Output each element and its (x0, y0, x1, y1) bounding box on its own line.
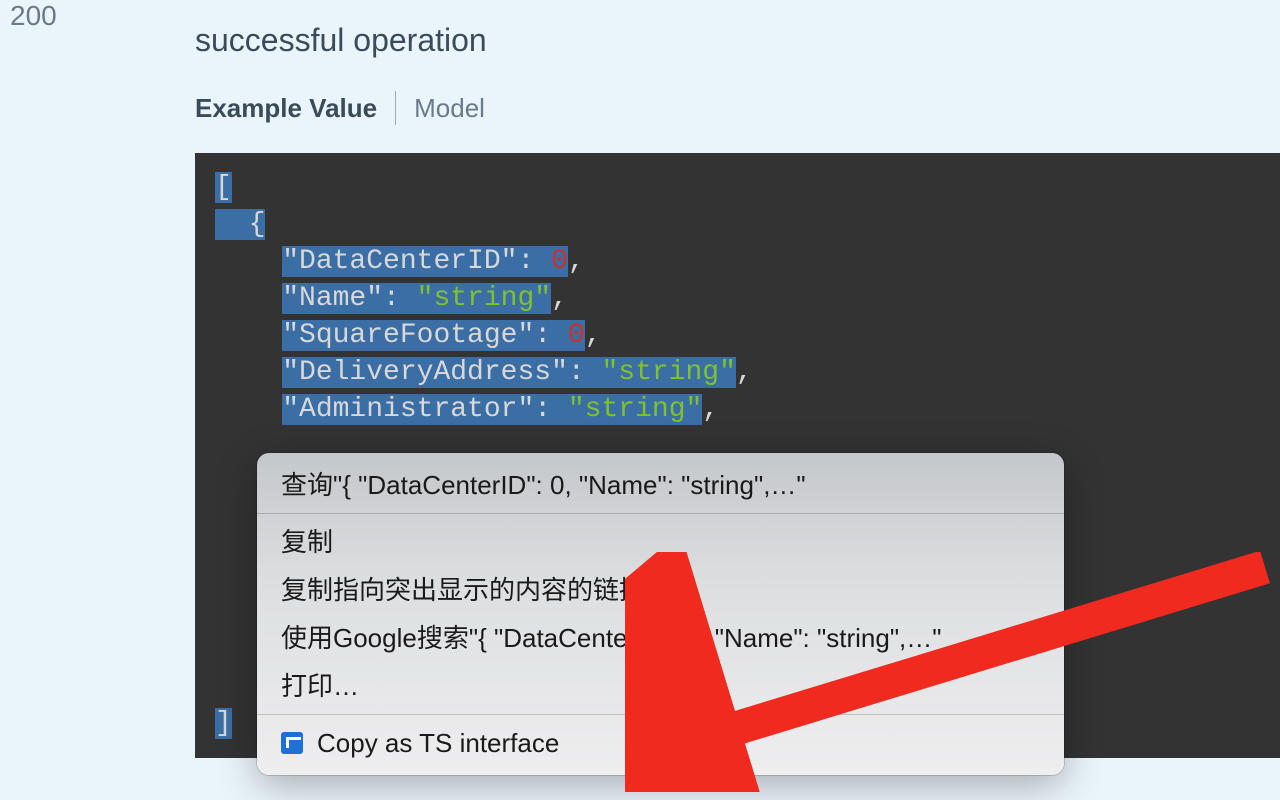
menu-item-google-search[interactable]: 使用Google搜索"{ "DataCenterID": 0, "Name": … (257, 614, 1064, 662)
menu-item-lookup[interactable]: 查询"{ "DataCenterID": 0, "Name": "string"… (257, 461, 1064, 509)
code-val-3: 0 (568, 320, 585, 351)
code-key-5: "Administrator" (282, 394, 534, 425)
response-tabs: Example Value Model (195, 91, 1280, 125)
ts-interface-icon (281, 732, 303, 754)
code-val-4: "string" (601, 357, 735, 388)
code-key-3: "SquareFootage" (282, 320, 534, 351)
menu-item-copy-link[interactable]: 复制指向突出显示的内容的链接 (257, 566, 1064, 614)
menu-item-print[interactable]: 打印… (257, 662, 1064, 710)
tab-example-value[interactable]: Example Value (195, 93, 395, 124)
code-key-1: "DataCenterID" (282, 246, 517, 277)
code-val-5: "string" (568, 394, 702, 425)
code-bracket-open: [ (215, 172, 232, 203)
code-key-4: "DeliveryAddress" (282, 357, 568, 388)
menu-divider-2 (257, 714, 1064, 715)
code-bracket-close: ] (215, 708, 232, 739)
menu-item-copy[interactable]: 复制 (257, 518, 1064, 566)
operation-description: successful operation (195, 22, 1280, 59)
status-code: 200 (10, 0, 57, 32)
context-menu: 查询"{ "DataCenterID": 0, "Name": "string"… (257, 453, 1064, 775)
menu-item-copy-ts-interface[interactable]: Copy as TS interface (257, 719, 1064, 767)
code-val-2: "string" (417, 283, 551, 314)
code-key-2: "Name" (282, 283, 383, 314)
code-val-1: 0 (551, 246, 568, 277)
code-brace-open: { (215, 209, 265, 240)
menu-divider (257, 513, 1064, 514)
tab-model[interactable]: Model (396, 93, 485, 124)
